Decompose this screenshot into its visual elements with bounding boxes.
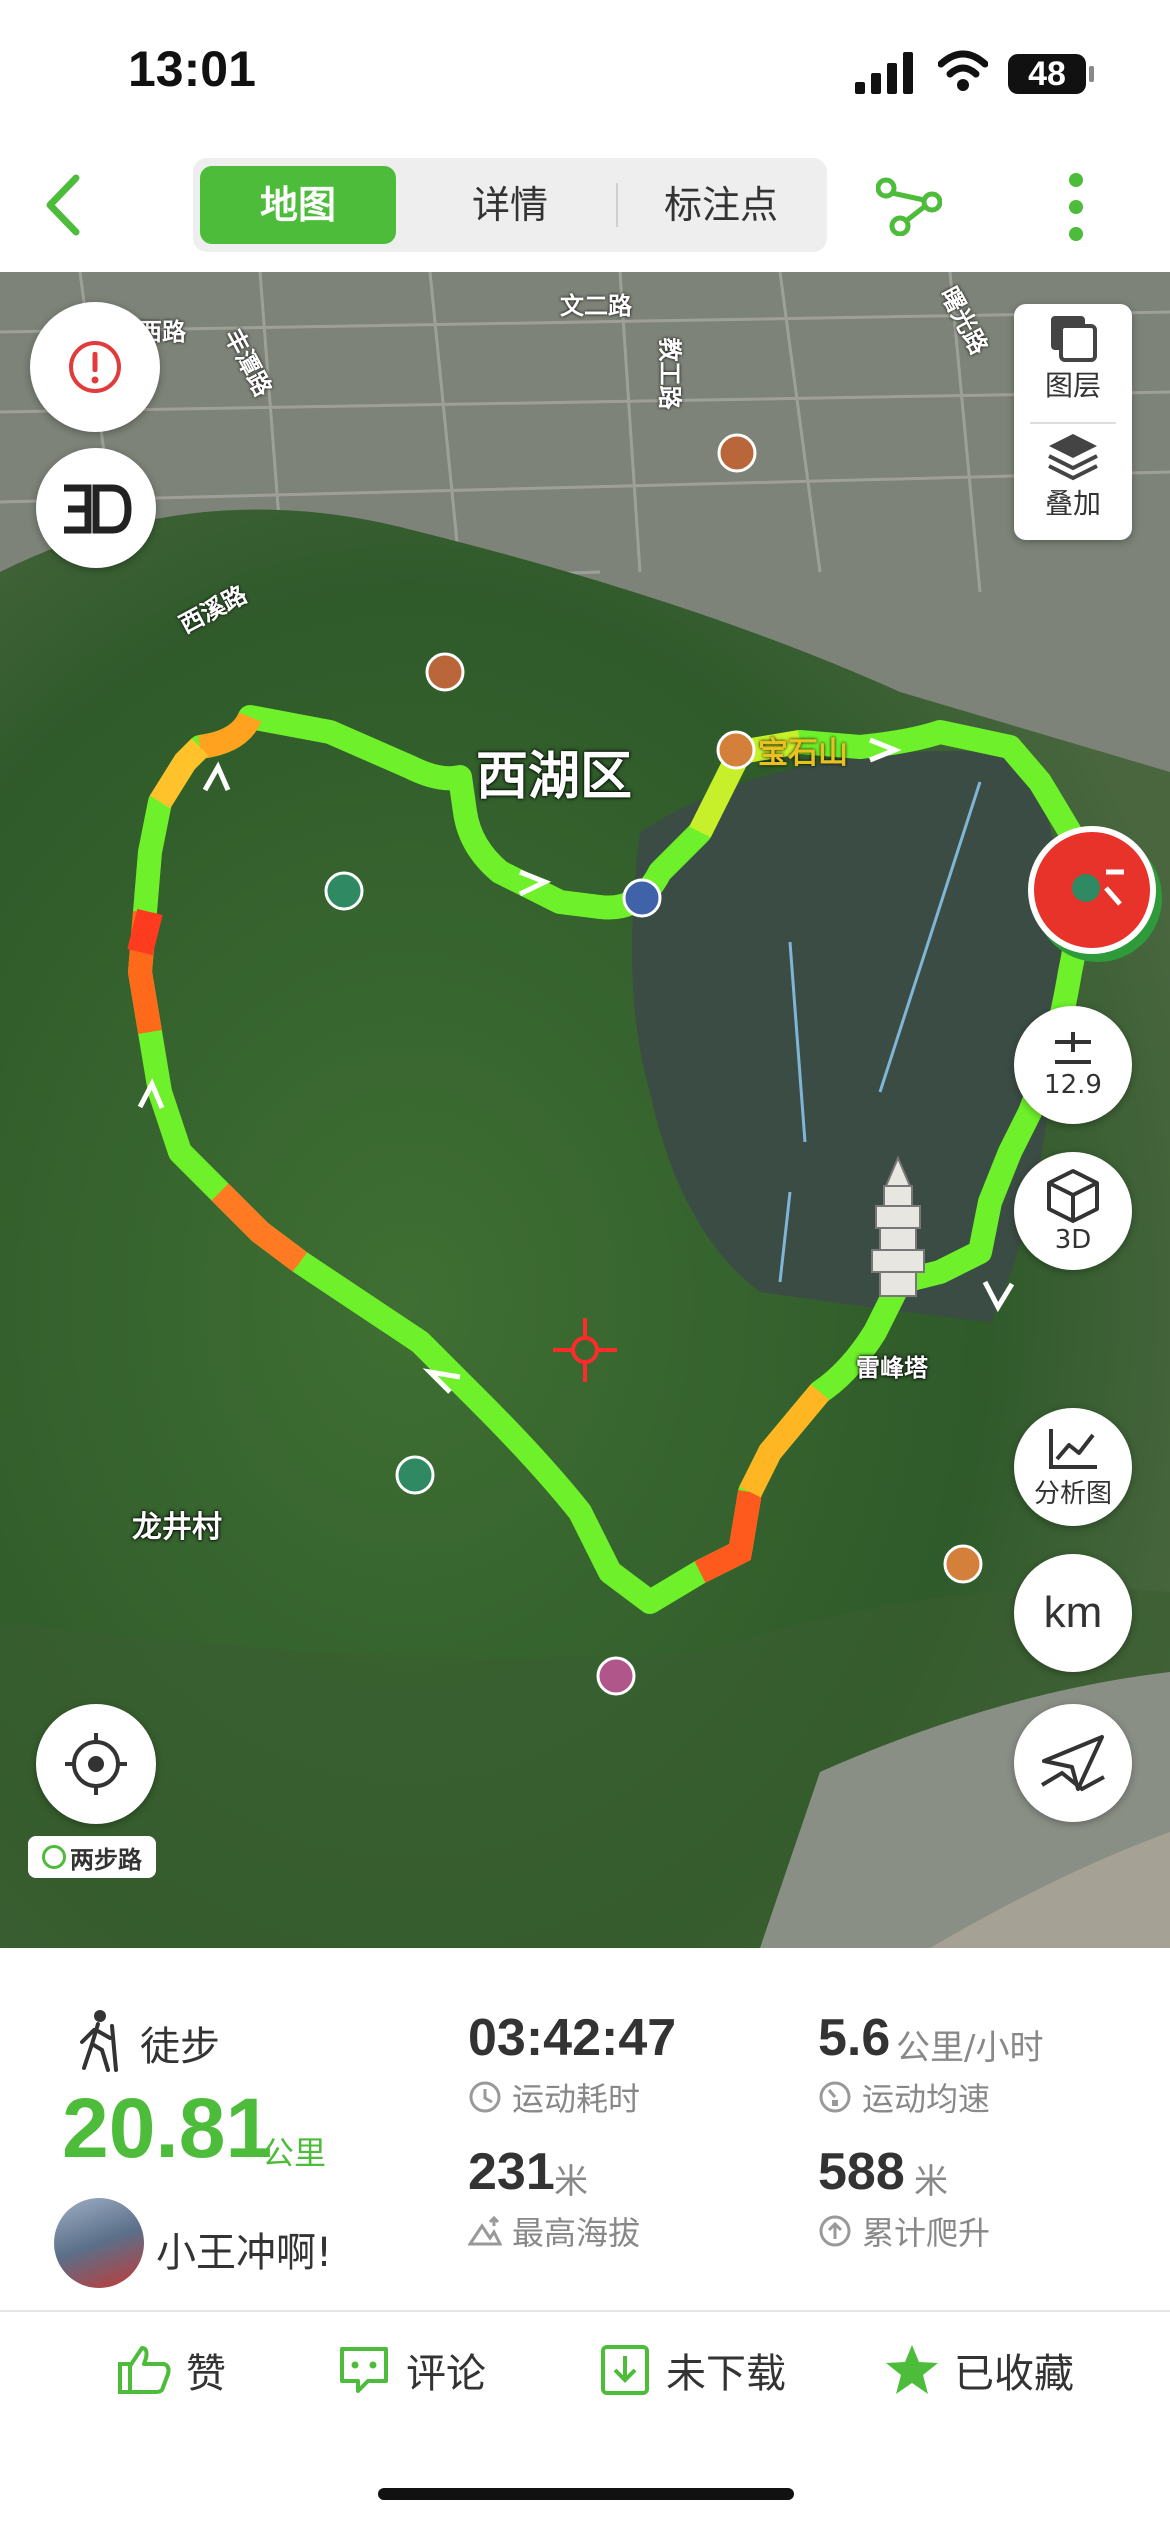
max-altitude-unit: 米 — [554, 2162, 588, 2202]
layers-icon — [1051, 316, 1097, 362]
warning-icon — [69, 341, 121, 393]
speed-icon — [819, 2081, 851, 2113]
zoom-button[interactable]: 12.9 — [1014, 1006, 1132, 1124]
road-label: 教工路 — [655, 337, 684, 410]
user-name[interactable]: 小王冲啊! — [156, 2220, 332, 2278]
navigate-button[interactable] — [1014, 1704, 1132, 1822]
unit-button[interactable]: km — [1014, 1554, 1132, 1672]
satellite-map[interactable]: 西湖区 宝石山 雷峰塔 龙井村 西路 丰潭路 文二路 教工路 西溪路 曙光路 两… — [0, 272, 1170, 1948]
duration-label: 运动耗时 — [512, 2080, 641, 2118]
navigate-icon — [1040, 1735, 1105, 1792]
panel-divider — [1030, 422, 1116, 424]
overlay-button[interactable]: 叠加 — [1014, 430, 1132, 538]
max-altitude-label: 最高海拔 — [512, 2214, 641, 2252]
layers-label: 图层 — [1044, 369, 1101, 402]
layers-button[interactable]: 图层 — [1014, 312, 1132, 420]
locate-button[interactable] — [36, 1704, 156, 1824]
map-background — [0, 272, 1170, 1948]
activity-type: 徒步 — [140, 2024, 220, 2070]
actions-divider — [0, 2310, 1170, 2312]
hiking-icon — [80, 2010, 118, 2072]
end-point-marker[interactable] — [1028, 826, 1156, 954]
distance-value: 20.81 — [62, 2081, 273, 2175]
back-icon[interactable] — [40, 170, 90, 240]
total-climb-value: 588 — [818, 2143, 905, 2201]
end-flag-icon — [1072, 869, 1124, 906]
cube-icon — [1047, 1169, 1099, 1223]
max-altitude-value: 231 — [468, 2143, 555, 2201]
like-label: 赞 — [186, 2351, 226, 2397]
threed-view-button[interactable] — [36, 448, 156, 568]
climb-icon — [819, 2215, 851, 2247]
star-icon — [886, 2345, 938, 2394]
battery-tip — [1089, 66, 1094, 82]
threed-label: 3D — [1054, 1225, 1092, 1255]
pagoda-label: 雷峰塔 — [856, 1354, 928, 1382]
district-label: 西湖区 — [476, 747, 633, 807]
tab-markers[interactable]: 标注点 — [622, 166, 820, 244]
total-climb-unit: 米 — [914, 2162, 948, 2202]
tab-divider — [616, 183, 618, 227]
brand-badge: 两步路 — [28, 1836, 156, 1878]
unit-label: km — [1043, 1588, 1103, 1637]
comment-icon — [340, 2347, 388, 2393]
tab-map[interactable]: 地图 — [200, 166, 396, 244]
threed-button[interactable]: 3D — [1014, 1152, 1132, 1270]
chart-icon — [1049, 1428, 1097, 1469]
mountain-label: 宝石山 — [758, 736, 848, 771]
download-label: 未下载 — [666, 2351, 786, 2397]
stack-icon — [1048, 434, 1098, 481]
altitude-icon — [468, 2215, 502, 2246]
comment-label: 评论 — [406, 2351, 486, 2397]
report-button[interactable] — [30, 302, 160, 432]
cellular-signal-icon — [855, 52, 913, 94]
total-climb-label: 累计爬升 — [862, 2214, 991, 2252]
clock-icon — [469, 2081, 501, 2113]
home-indicator[interactable] — [378, 2488, 794, 2500]
like-button[interactable]: 赞 — [116, 2340, 226, 2400]
avatar[interactable] — [54, 2198, 144, 2288]
avg-speed-value: 5.6 — [818, 2009, 891, 2067]
download-button[interactable]: 未下载 — [600, 2340, 786, 2400]
more-icon[interactable] — [1068, 172, 1084, 242]
status-time: 13:01 — [128, 41, 256, 97]
brand-label: 两步路 — [70, 1845, 142, 1874]
analysis-label: 分析图 — [1033, 1478, 1112, 1509]
favorite-label: 已收藏 — [954, 2351, 1074, 2397]
avg-speed-label: 运动均速 — [862, 2080, 991, 2118]
duration-value: 03:42:47 — [468, 2009, 677, 2067]
zoom-plus-minus-icon — [1055, 1032, 1091, 1064]
tab-details[interactable]: 详情 — [410, 166, 610, 244]
threed-icon — [64, 484, 132, 534]
thumbs-up-icon — [118, 2346, 171, 2394]
road-label: 文二路 — [560, 292, 632, 320]
wifi-icon — [938, 50, 988, 91]
overlay-label: 叠加 — [1044, 487, 1101, 520]
share-icon[interactable] — [876, 176, 942, 236]
analysis-button[interactable]: 分析图 — [1014, 1408, 1132, 1526]
favorite-button[interactable]: 已收藏 — [884, 2340, 1074, 2400]
battery-icon: 48 — [1008, 54, 1086, 94]
locate-icon — [65, 1733, 127, 1795]
zoom-level: 12.9 — [1044, 1070, 1102, 1100]
comment-button[interactable]: 评论 — [338, 2340, 486, 2400]
brand-logo-icon — [42, 1845, 66, 1869]
distance-unit: 公里 — [262, 2134, 327, 2172]
avg-speed-unit: 公里/小时 — [896, 2028, 1044, 2068]
download-icon — [601, 2345, 649, 2395]
village-label: 龙井村 — [132, 1510, 222, 1545]
